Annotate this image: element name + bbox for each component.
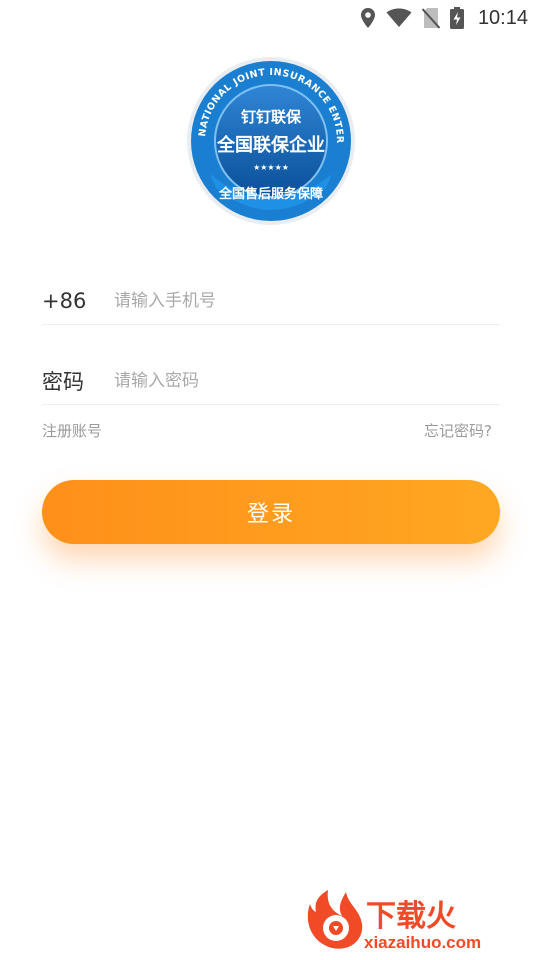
- phone-input[interactable]: [114, 281, 500, 321]
- register-link[interactable]: 注册账号: [42, 420, 102, 441]
- status-bar: 10:14: [0, 0, 540, 36]
- app-logo-badge: NATIONAL JOINT INSURANCE ENTERPRISES 钉钉联…: [186, 56, 356, 226]
- password-row: 密码: [42, 358, 500, 405]
- no-sim-icon: [421, 7, 440, 29]
- logo-brand: 钉钉联保: [241, 108, 302, 126]
- logo-title: 全国联保企业: [216, 134, 325, 156]
- login-button[interactable]: 登录: [42, 480, 500, 544]
- country-code[interactable]: +86: [42, 289, 114, 313]
- password-input[interactable]: [114, 361, 500, 401]
- watermark-brand: 下载火: [366, 899, 456, 934]
- battery-charging-icon: [449, 7, 464, 29]
- location-icon: [360, 7, 376, 29]
- watermark-domain: xiazaihuo.com: [364, 933, 481, 952]
- status-icons: 10:14: [360, 6, 528, 30]
- logo-stars: ★★★★★: [253, 163, 289, 172]
- auth-links: 注册账号 忘记密码?: [42, 420, 492, 441]
- password-label: 密码: [42, 370, 84, 394]
- phone-row: +86: [42, 278, 500, 325]
- forgot-password-link[interactable]: 忘记密码?: [424, 420, 492, 441]
- watermark: 下载火 xiazaihuo.com: [302, 886, 532, 956]
- logo-bottom-text: 全国售后服务保障: [218, 186, 323, 202]
- status-time: 10:14: [477, 6, 528, 29]
- flame-logo-icon: [307, 890, 363, 949]
- wifi-icon: [386, 8, 412, 28]
